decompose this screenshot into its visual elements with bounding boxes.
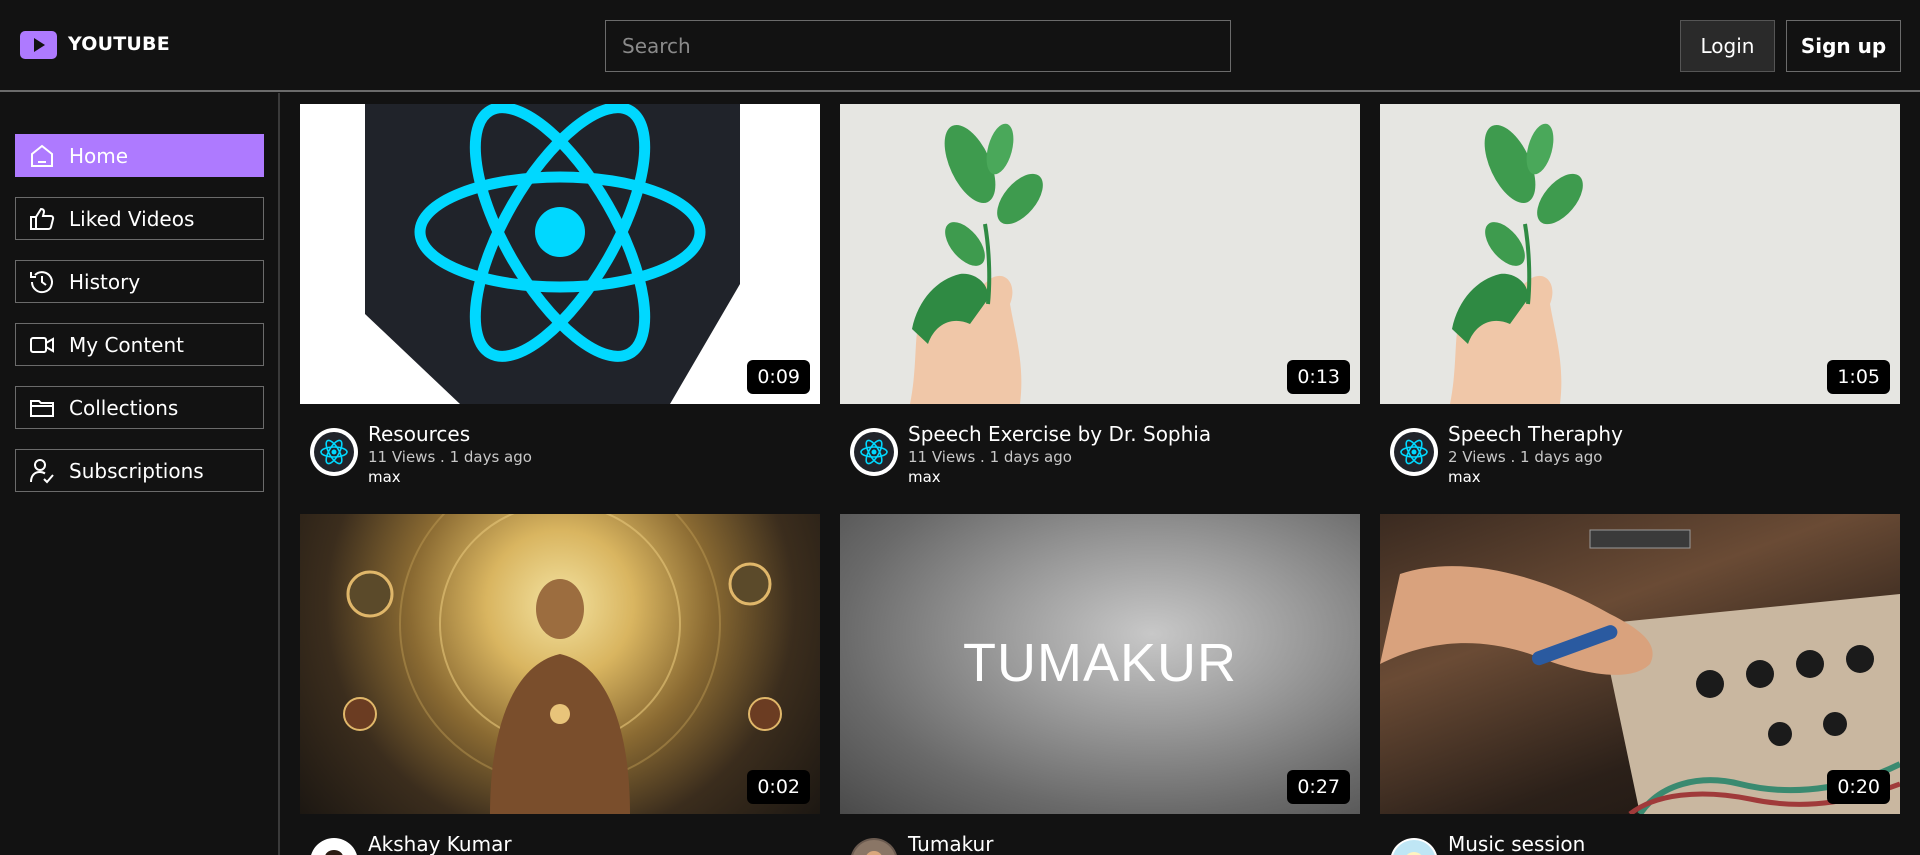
video-stats: 11 Views . 1 days ago xyxy=(908,448,1072,466)
play-logo-icon[interactable] xyxy=(20,31,57,59)
video-meta: Speech Exercise by Dr. Sophia 11 Views .… xyxy=(850,422,1350,486)
audio-interface-image xyxy=(1380,529,1900,814)
sidebar-item-label: Home xyxy=(69,143,129,168)
folder-icon xyxy=(30,399,54,417)
home-icon xyxy=(31,144,53,167)
video-meta: Tumakur xyxy=(850,832,1350,855)
video-card[interactable]: 1:05 Speech Theraphy 2 Views . 1 days ag… xyxy=(1380,104,1900,486)
avatar[interactable] xyxy=(310,428,358,476)
channel-name[interactable]: max xyxy=(908,468,941,486)
history-icon xyxy=(30,270,53,293)
video-card[interactable]: 0:13 Speech Exercise by Dr. Sophia 11 Vi… xyxy=(840,104,1360,486)
meditation-figure-image xyxy=(343,514,782,814)
avatar[interactable] xyxy=(1390,428,1438,476)
signup-button[interactable]: Sign up xyxy=(1786,20,1901,72)
video-thumbnail[interactable]: 0:09 xyxy=(300,104,820,404)
video-title[interactable]: Speech Theraphy xyxy=(1448,422,1623,446)
search-input[interactable] xyxy=(605,20,1231,72)
login-button[interactable]: Login xyxy=(1680,20,1775,72)
top-header: YOUTUBE Login Sign up xyxy=(0,0,1920,92)
plant-hand-image xyxy=(1450,123,1583,404)
video-meta: Speech Theraphy 2 Views . 1 days ago max xyxy=(1390,422,1890,486)
sidebar-item-subscriptions[interactable]: Subscriptions xyxy=(15,449,264,492)
react-logo-image xyxy=(365,104,740,404)
video-thumbnail[interactable]: 0:13 xyxy=(840,104,1360,404)
video-card[interactable]: TUMAKUR 0:27 Tumakur xyxy=(840,514,1360,855)
channel-name[interactable]: max xyxy=(1448,468,1481,486)
avatar[interactable] xyxy=(850,838,898,855)
video-meta: Music session xyxy=(1390,832,1890,855)
sidebar-item-history[interactable]: History xyxy=(15,260,264,303)
video-title[interactable]: Music session xyxy=(1448,832,1585,855)
duration-badge: 0:02 xyxy=(747,770,810,804)
video-title[interactable]: Speech Exercise by Dr. Sophia xyxy=(908,422,1211,446)
video-stats: 11 Views . 1 days ago xyxy=(368,448,532,466)
video-thumbnail[interactable]: TUMAKUR 0:27 xyxy=(840,514,1360,814)
video-card[interactable]: 0:09 Resources 11 Views . 1 days ago max xyxy=(300,104,820,486)
avatar[interactable] xyxy=(1390,838,1438,855)
sidebar-item-collections[interactable]: Collections xyxy=(15,386,264,429)
video-thumbnail[interactable]: 0:20 xyxy=(1380,514,1900,814)
video-title[interactable]: Tumakur xyxy=(908,832,993,855)
sidebar-item-home[interactable]: Home xyxy=(15,134,264,177)
channel-name[interactable]: max xyxy=(368,468,401,486)
user-check-icon xyxy=(30,458,54,483)
duration-badge: 1:05 xyxy=(1827,360,1890,394)
plant-hand-image xyxy=(910,123,1043,404)
video-thumbnail[interactable]: 0:02 xyxy=(300,514,820,814)
video-title[interactable]: Resources xyxy=(368,422,470,446)
sidebar-item-liked-videos[interactable]: Liked Videos xyxy=(15,197,264,240)
video-thumbnail[interactable]: 1:05 xyxy=(1380,104,1900,404)
sidebar-item-label: Liked Videos xyxy=(69,206,195,231)
avatar[interactable] xyxy=(310,838,358,855)
sidebar: Home Liked Videos History My Content Col… xyxy=(0,93,280,855)
sidebar-item-my-content[interactable]: My Content xyxy=(15,323,264,366)
duration-badge: 0:27 xyxy=(1287,770,1350,804)
video-meta: Resources 11 Views . 1 days ago max xyxy=(310,422,810,486)
app-name[interactable]: YOUTUBE xyxy=(68,33,170,55)
thumbnail-text: TUMAKUR xyxy=(963,633,1237,693)
video-card[interactable]: 0:20 Music session xyxy=(1380,514,1900,855)
duration-badge: 0:09 xyxy=(747,360,810,394)
video-stats: 2 Views . 1 days ago xyxy=(1448,448,1603,466)
sidebar-item-label: History xyxy=(69,269,141,294)
video-card[interactable]: 0:02 Akshay Kumar xyxy=(300,514,820,855)
avatar[interactable] xyxy=(850,428,898,476)
video-camera-icon xyxy=(30,336,54,353)
sidebar-item-label: Subscriptions xyxy=(69,458,204,483)
sidebar-item-label: My Content xyxy=(69,332,184,357)
duration-badge: 0:13 xyxy=(1287,360,1350,394)
duration-badge: 0:20 xyxy=(1827,770,1890,804)
thumbs-up-icon xyxy=(30,207,55,230)
sidebar-item-label: Collections xyxy=(69,395,179,420)
video-meta: Akshay Kumar xyxy=(310,832,810,855)
video-title[interactable]: Akshay Kumar xyxy=(368,832,512,855)
